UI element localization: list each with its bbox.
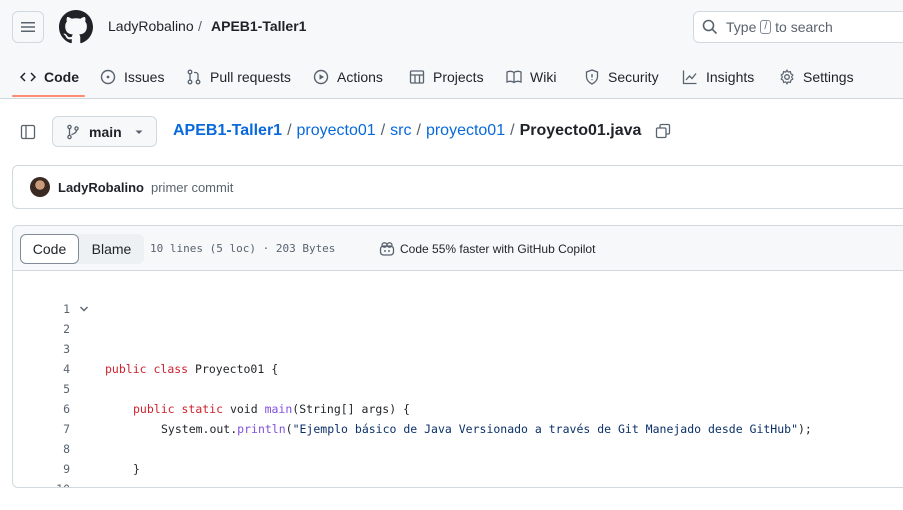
issue-icon — [100, 69, 116, 85]
github-logo-icon[interactable] — [59, 10, 93, 44]
breadcrumb-path-package[interactable]: proyecto01 — [426, 122, 505, 140]
current-file-name: Proyecto01.java — [519, 122, 642, 139]
tab-code[interactable]: Code — [20, 56, 79, 98]
breadcrumb-path-proyecto01[interactable]: proyecto01 — [297, 122, 376, 140]
path-separator: / — [287, 122, 292, 139]
copilot-promo-text: Code 55% faster with GitHub Copilot — [400, 242, 596, 256]
path-separator: / — [510, 122, 515, 139]
line-number[interactable]: 10 — [13, 479, 70, 487]
code-line: 4 — [13, 339, 903, 376]
search-placeholder-after: to search — [775, 19, 833, 35]
table-icon — [409, 70, 425, 84]
tab-code-label: Code — [44, 69, 79, 85]
path-separator: / — [416, 122, 421, 139]
file-header: Code Blame 10 lines (5 loc) · 203 Bytes … — [13, 226, 903, 271]
search-input[interactable]: Type / to search — [693, 11, 903, 43]
tab-settings[interactable]: Settings — [779, 56, 854, 98]
code-line: 2 public class Proyecto01 { — [13, 299, 903, 376]
code-line: 10 } — [13, 459, 903, 487]
copilot-icon — [379, 242, 395, 256]
latest-commit-box: LadyRobalino primer commit — [12, 165, 903, 209]
tab-insights[interactable]: Insights — [682, 56, 754, 98]
tab-pull-requests-label: Pull requests — [210, 69, 291, 85]
breadcrumb-repo-link[interactable]: APEB1-Taller1 — [211, 18, 306, 34]
code-line: 1 — [13, 279, 903, 316]
copy-path-button[interactable] — [655, 123, 671, 139]
blame-view-button[interactable]: Blame — [79, 234, 144, 264]
gear-icon — [780, 69, 794, 85]
view-mode-segmented-control: Code Blame — [20, 234, 144, 264]
top-header: LadyRobalino / APEB1-Taller1 Type / to s… — [0, 0, 903, 99]
branch-selector-button[interactable]: main — [52, 116, 157, 147]
tab-wiki[interactable]: Wiki — [506, 56, 556, 98]
breadcrumb-owner-link[interactable]: LadyRobalino — [108, 18, 194, 34]
code-line: 5 public static void main(String[] args)… — [13, 359, 903, 416]
tab-pull-requests[interactable]: Pull requests — [186, 56, 291, 98]
tab-projects-label: Projects — [433, 69, 484, 85]
code-icon — [20, 72, 36, 82]
shield-icon — [585, 69, 599, 85]
tab-actions-label: Actions — [337, 69, 383, 85]
sidebar-expand-icon — [20, 124, 36, 140]
breadcrumb-separator: / — [198, 18, 202, 34]
file-tree-toggle-button[interactable] — [18, 122, 38, 142]
commit-author-link[interactable]: LadyRobalino — [58, 180, 144, 195]
code-line: 8 } — [13, 419, 903, 476]
triangle-down-icon — [135, 130, 143, 134]
active-tab-indicator — [12, 95, 85, 97]
code-line: 6 System.out.println("Ejemplo básico de … — [13, 379, 903, 436]
code-line: 9 — [13, 439, 903, 476]
tab-settings-label: Settings — [803, 69, 854, 85]
breadcrumb-path-repo[interactable]: APEB1-Taller1 — [173, 122, 282, 140]
play-icon — [313, 69, 329, 85]
breadcrumb-path-src[interactable]: src — [390, 122, 411, 140]
code-line: 3 — [13, 319, 903, 356]
search-shortcut-key: / — [760, 20, 772, 34]
search-placeholder-before: Type — [726, 19, 757, 35]
avatar[interactable] — [30, 177, 50, 197]
pull-request-icon — [187, 69, 201, 85]
tab-insights-label: Insights — [706, 69, 755, 85]
chevron-down-icon[interactable] — [79, 304, 89, 314]
tab-issues[interactable]: Issues — [100, 56, 164, 98]
code-view-button[interactable]: Code — [20, 234, 79, 264]
tab-security-label: Security — [608, 69, 659, 85]
repo-nav: Code Issues Pull requests Actions Projec… — [0, 56, 903, 98]
tab-projects[interactable]: Projects — [409, 56, 484, 98]
tab-actions[interactable]: Actions — [313, 56, 383, 98]
tab-security[interactable]: Security — [584, 56, 659, 98]
tab-issues-label: Issues — [124, 69, 165, 85]
copy-icon — [656, 123, 671, 139]
file-viewer: Code Blame 10 lines (5 loc) · 203 Bytes … — [12, 225, 903, 488]
file-breadcrumb: APEB1-Taller1 / proyecto01 / src / proye… — [173, 122, 671, 140]
search-icon — [702, 19, 718, 35]
path-separator: / — [380, 122, 386, 139]
graph-icon — [682, 70, 697, 85]
tab-wiki-label: Wiki — [530, 69, 557, 85]
commit-message-link[interactable]: primer commit — [151, 180, 233, 195]
menu-button[interactable] — [12, 11, 44, 43]
git-branch-icon — [67, 124, 79, 139]
copilot-promo-link[interactable]: Code 55% faster with GitHub Copilot — [379, 241, 595, 257]
book-icon — [506, 70, 522, 84]
hamburger-icon — [21, 22, 35, 32]
branch-name: main — [89, 123, 122, 140]
code-line: 7 — [13, 399, 903, 436]
file-size-info: 10 lines (5 loc) · 203 Bytes — [150, 242, 336, 255]
